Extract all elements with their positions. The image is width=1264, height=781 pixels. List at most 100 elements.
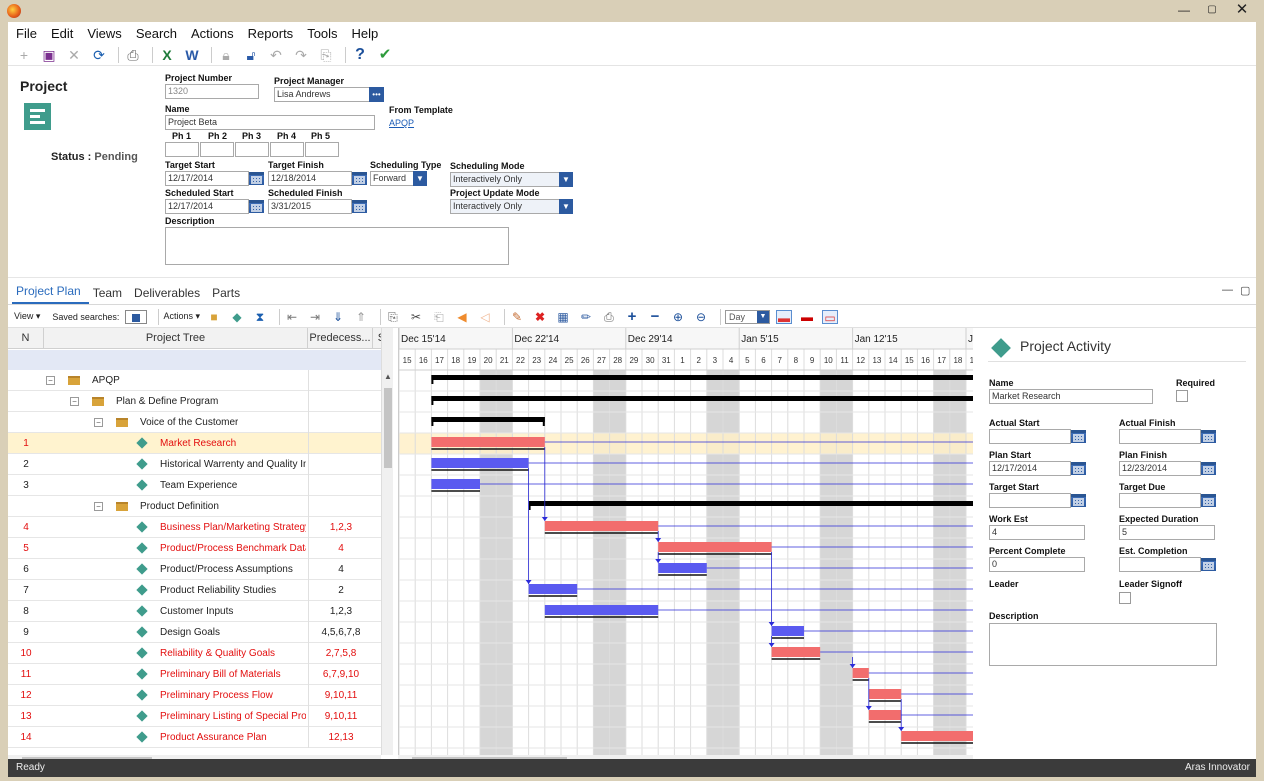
critical-path-icon[interactable]: ▬: [776, 309, 792, 325]
refresh-icon[interactable]: ⟳: [89, 46, 109, 64]
phase-2-field[interactable]: [200, 142, 234, 157]
calendar-icon[interactable]: [352, 200, 367, 213]
activity-description-field[interactable]: [989, 623, 1217, 666]
milestone-icon[interactable]: ⧗: [252, 310, 268, 324]
show-slack-icon[interactable]: ▭: [822, 309, 838, 325]
calendar-icon[interactable]: [249, 172, 264, 185]
table-row[interactable]: 13 Preliminary Listing of Special Produ 9,…: [8, 706, 381, 727]
phase-4-field[interactable]: [270, 142, 304, 157]
scheduled-finish-field[interactable]: 3/31/2015: [268, 199, 352, 214]
table-row[interactable]: 10 Reliability & Quality Goals 2,7,5,8: [8, 643, 381, 664]
version-icon[interactable]: ⎘: [316, 46, 336, 64]
table-row[interactable]: 11 Preliminary Bill of Materials 6,7,9,10: [8, 664, 381, 685]
table-row[interactable]: 12 Preliminary Process Flow 9,10,11: [8, 685, 381, 706]
col-n[interactable]: N: [8, 328, 44, 349]
expand-all-icon[interactable]: +: [624, 309, 640, 324]
menu-views[interactable]: Views: [87, 26, 121, 41]
target-finish-field[interactable]: 12/18/2014: [268, 171, 352, 186]
delete-icon[interactable]: ✕: [64, 46, 84, 64]
tab-project-plan[interactable]: Project Plan: [12, 284, 89, 304]
indent-icon[interactable]: ⇥: [307, 310, 323, 324]
excel-icon[interactable]: X: [157, 46, 177, 64]
project-update-mode-select[interactable]: Interactively Only: [450, 199, 560, 214]
scroll-thumb[interactable]: [384, 388, 392, 468]
calendar-icon[interactable]: [1201, 430, 1216, 443]
menu-actions[interactable]: Actions: [191, 26, 234, 41]
help-icon[interactable]: ?: [350, 46, 370, 64]
activity-name-field[interactable]: Market Research: [989, 389, 1153, 404]
expected-duration-field[interactable]: 5: [1119, 525, 1215, 540]
tab-team[interactable]: Team: [89, 286, 130, 304]
percent-complete-field[interactable]: 0: [989, 557, 1085, 572]
from-template-link[interactable]: APQP: [389, 118, 414, 128]
calendar-icon[interactable]: [1071, 430, 1086, 443]
collapse-icon[interactable]: −: [46, 376, 55, 385]
leader-signoff-checkbox[interactable]: [1119, 592, 1131, 604]
word-icon[interactable]: W: [182, 46, 202, 64]
name-field[interactable]: Project Beta: [165, 115, 375, 130]
maximize-pane-icon[interactable]: ▢: [1240, 284, 1250, 297]
est-completion-field[interactable]: [1119, 557, 1201, 572]
table-row[interactable]: 5 Product/Process Benchmark Data 4: [8, 538, 381, 559]
new-icon[interactable]: +: [14, 46, 34, 64]
table-row[interactable]: 4 Business Plan/Marketing Strategy 1,2,3: [8, 517, 381, 538]
col-predecessors[interactable]: Predecess...: [308, 328, 373, 349]
outdent-icon[interactable]: ⇤: [284, 310, 300, 324]
view-menu[interactable]: View ▾: [14, 311, 40, 322]
phase-5-field[interactable]: [305, 142, 339, 157]
minimize-button[interactable]: —: [1172, 2, 1196, 18]
collapse-icon[interactable]: −: [94, 418, 103, 427]
cut-icon[interactable]: ✂: [408, 310, 424, 324]
delete-row-icon[interactable]: ✖: [532, 310, 548, 324]
minimize-pane-icon[interactable]: —: [1222, 284, 1233, 296]
collapse-icon[interactable]: −: [70, 397, 79, 406]
actual-start-field[interactable]: [989, 429, 1071, 444]
description-field[interactable]: [165, 227, 509, 265]
calendar-icon[interactable]: [1201, 462, 1216, 475]
scroll-up-icon[interactable]: ▲: [384, 372, 392, 381]
save-icon[interactable]: ▣: [39, 46, 59, 64]
calendar-icon[interactable]: [1071, 494, 1086, 507]
target-due-field[interactable]: [1119, 493, 1201, 508]
activity-target-start-field[interactable]: [989, 493, 1071, 508]
calendar-icon[interactable]: [1201, 494, 1216, 507]
menu-search[interactable]: Search: [136, 26, 177, 41]
table-row[interactable]: 7 Product Reliability Studies 2: [8, 580, 381, 601]
phase-3-field[interactable]: [235, 142, 269, 157]
grid-vertical-scrollbar[interactable]: ▲: [381, 328, 393, 755]
col-project-tree[interactable]: Project Tree: [44, 328, 308, 349]
actual-finish-field[interactable]: [1119, 429, 1201, 444]
collapse-all-icon[interactable]: −: [647, 309, 663, 324]
maximize-button[interactable]: ▢: [1200, 2, 1224, 18]
menu-edit[interactable]: Edit: [51, 26, 73, 41]
unlock-icon[interactable]: 🔓︎: [241, 46, 261, 64]
done-icon[interactable]: ✔: [375, 46, 395, 64]
menu-reports[interactable]: Reports: [248, 26, 294, 41]
table-row[interactable]: 8 Customer Inputs 1,2,3: [8, 601, 381, 622]
table-row[interactable]: − Plan & Define Program: [8, 391, 381, 412]
menu-file[interactable]: File: [16, 26, 37, 41]
undo-icon[interactable]: ↶: [266, 46, 286, 64]
copy-icon[interactable]: ⎘: [385, 310, 401, 324]
table-row[interactable]: 6 Product/Process Assumptions 4: [8, 559, 381, 580]
print-icon[interactable]: ⎙: [601, 310, 617, 324]
edit-note-icon[interactable]: ✎: [509, 310, 525, 324]
move-up-icon[interactable]: ⇑: [353, 310, 369, 324]
project-manager-field[interactable]: Lisa Andrews: [274, 87, 370, 102]
promote-icon[interactable]: ↷: [291, 46, 311, 64]
add-activity-icon[interactable]: ◆: [229, 310, 245, 324]
scheduled-start-field[interactable]: 12/17/2014: [165, 199, 249, 214]
show-baseline-icon[interactable]: ▬: [799, 310, 815, 324]
table-row[interactable]: − Voice of the Customer: [8, 412, 381, 433]
lock-icon[interactable]: 🔒︎: [216, 46, 236, 64]
paste-icon[interactable]: ⎗: [431, 310, 447, 324]
target-start-field[interactable]: 12/17/2014: [165, 171, 249, 186]
move-down-icon[interactable]: ⇓: [330, 310, 346, 324]
scheduling-type-select[interactable]: Forward: [370, 171, 415, 186]
work-est-field[interactable]: 4: [989, 525, 1085, 540]
untag-icon[interactable]: ◁: [477, 310, 493, 324]
add-folder-icon[interactable]: ■: [206, 310, 222, 324]
calendar-icon[interactable]: [1201, 558, 1216, 571]
chevron-down-icon[interactable]: ▼: [413, 171, 427, 186]
calendar-icon[interactable]: [1071, 462, 1086, 475]
